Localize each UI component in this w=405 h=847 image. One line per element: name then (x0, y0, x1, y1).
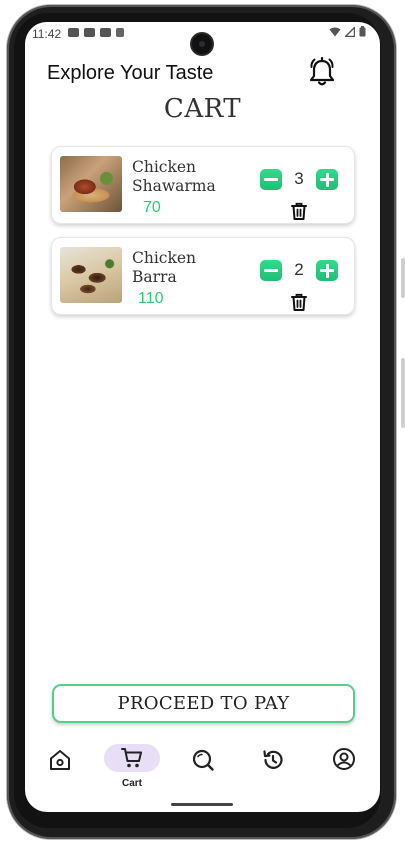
item-price: 110 (138, 290, 164, 307)
home-indicator[interactable] (171, 803, 233, 806)
minus-icon (264, 269, 278, 272)
power-button (401, 358, 405, 428)
cart-item: Chicken Barra 110 2 (51, 237, 355, 315)
shawarma-photo (60, 156, 122, 212)
increase-quantity-button[interactable] (316, 169, 338, 190)
chicken-barra-photo (60, 247, 122, 303)
trash-icon[interactable] (289, 292, 309, 312)
bell-icon[interactable] (307, 56, 337, 88)
sim-card-icon (116, 28, 124, 37)
history-icon (263, 750, 283, 769)
item-name: Chicken Barra (132, 249, 197, 286)
page-title: CART (163, 94, 242, 124)
device-frame: 11:42 Explore Your Taste CART Chicken Sh… (0, 0, 405, 847)
quantity-value: 2 (294, 260, 304, 279)
decrease-quantity-button[interactable] (260, 169, 282, 190)
minus-icon (264, 178, 278, 181)
app-title: Explore Your Taste (47, 62, 214, 84)
profile-icon (333, 748, 355, 770)
nav-item-cart[interactable]: Cart (101, 740, 163, 789)
item-price: 70 (143, 199, 161, 216)
search-icon (192, 749, 214, 771)
status-icons-right (329, 26, 366, 37)
home-icon (50, 750, 70, 770)
app-screen: 11:42 Explore Your Taste CART Chicken Sh… (25, 22, 380, 812)
status-time: 11:42 (32, 27, 62, 41)
item-name: Chicken Shawarma (132, 158, 216, 195)
youtube-icon (68, 28, 79, 37)
cart-item: Chicken Shawarma 70 3 (51, 146, 355, 224)
trash-icon[interactable] (289, 201, 309, 221)
quantity-value: 3 (294, 169, 304, 188)
signal-icon (345, 26, 355, 37)
volume-button (401, 258, 405, 298)
cart-icon (121, 748, 142, 768)
battery-icon (359, 26, 366, 37)
nav-item-search[interactable] (190, 740, 246, 788)
front-camera (192, 34, 212, 54)
nav-item-profile[interactable] (331, 740, 380, 788)
proceed-to-pay-button[interactable]: PROCEED TO PAY (52, 684, 355, 723)
decrease-quantity-button[interactable] (260, 260, 282, 281)
youtube-icon (84, 28, 95, 37)
nav-item-history[interactable] (260, 740, 316, 788)
wifi-icon (329, 27, 341, 36)
youtube-icon (100, 28, 111, 37)
bottom-navigation: Cart (25, 734, 380, 794)
increase-quantity-button[interactable] (316, 260, 338, 281)
nav-item-home[interactable] (46, 740, 102, 788)
nav-label-cart: Cart (121, 778, 142, 789)
